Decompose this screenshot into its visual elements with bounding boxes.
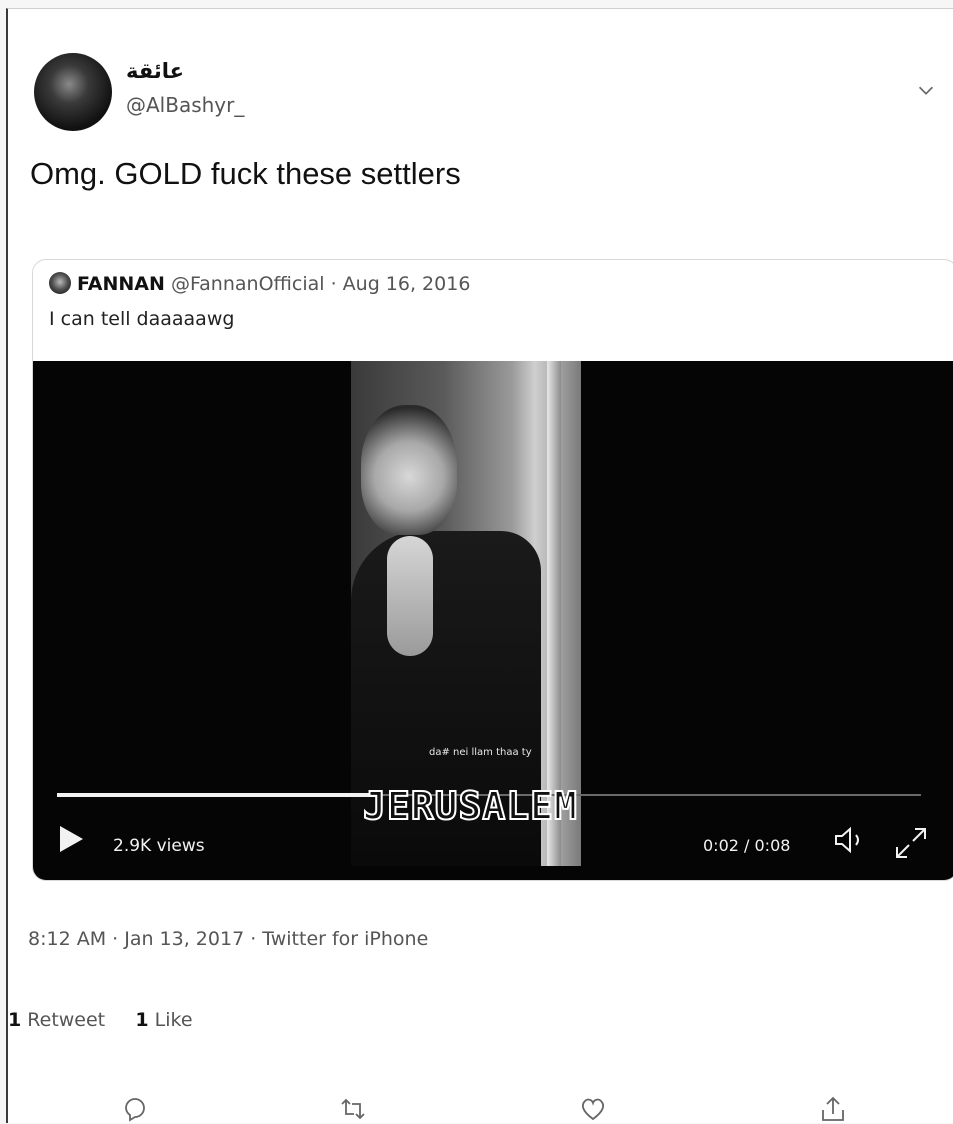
share-icon[interactable] bbox=[818, 1094, 848, 1124]
video-figure-head bbox=[361, 405, 457, 535]
display-name[interactable]: عائقة bbox=[126, 59, 184, 83]
video-figure-hand bbox=[387, 536, 433, 656]
video-progress-fill bbox=[57, 793, 377, 797]
video-banner-text: JERUSALEM bbox=[362, 783, 578, 829]
quoted-tweet[interactable]: FANNAN @FannanOfficial · Aug 16, 2016 I … bbox=[32, 259, 953, 881]
video-player[interactable]: da# nei llam thaa ty JERUSALEM 2.9K view… bbox=[33, 361, 953, 880]
avatar[interactable] bbox=[34, 53, 112, 131]
quoted-tweet-header: FANNAN @FannanOfficial · Aug 16, 2016 bbox=[49, 272, 470, 295]
user-handle[interactable]: @AlBashyr_ bbox=[126, 93, 244, 117]
retweet-icon[interactable] bbox=[338, 1094, 368, 1124]
video-time: 0:02 / 0:08 bbox=[703, 836, 791, 855]
engagement-stats: 1 Retweet 1 Like bbox=[8, 1009, 193, 1031]
fullscreen-icon[interactable] bbox=[893, 825, 929, 861]
retweet-stat[interactable]: 1 Retweet bbox=[8, 1009, 105, 1031]
volume-icon[interactable] bbox=[833, 825, 873, 855]
quoted-avatar bbox=[49, 272, 71, 294]
like-icon[interactable] bbox=[578, 1094, 608, 1124]
quoted-display-name: FANNAN bbox=[77, 273, 165, 295]
video-view-count: 2.9K views bbox=[113, 836, 205, 856]
tweet-timestamp[interactable]: 8:12 AM · Jan 13, 2017 · Twitter for iPh… bbox=[28, 928, 428, 950]
tweet-card: عائقة @AlBashyr_ Omg. GOLD fuck these se… bbox=[6, 8, 953, 1123]
chevron-down-icon[interactable] bbox=[915, 79, 937, 101]
quoted-handle-date: @FannanOfficial · Aug 16, 2016 bbox=[170, 273, 471, 295]
like-stat[interactable]: 1 Like bbox=[135, 1009, 192, 1031]
quoted-tweet-text: I can tell daaaaawg bbox=[49, 308, 235, 330]
video-subtitle: da# nei llam thaa ty bbox=[429, 747, 532, 758]
reply-icon[interactable] bbox=[120, 1094, 150, 1124]
play-icon[interactable] bbox=[57, 824, 85, 854]
tweet-text: Omg. GOLD fuck these settlers bbox=[30, 156, 461, 191]
retweet-stat-label: Retweet bbox=[27, 1009, 106, 1031]
retweet-count: 1 bbox=[8, 1009, 22, 1031]
like-stat-label: Like bbox=[154, 1009, 193, 1031]
like-count: 1 bbox=[135, 1009, 149, 1031]
